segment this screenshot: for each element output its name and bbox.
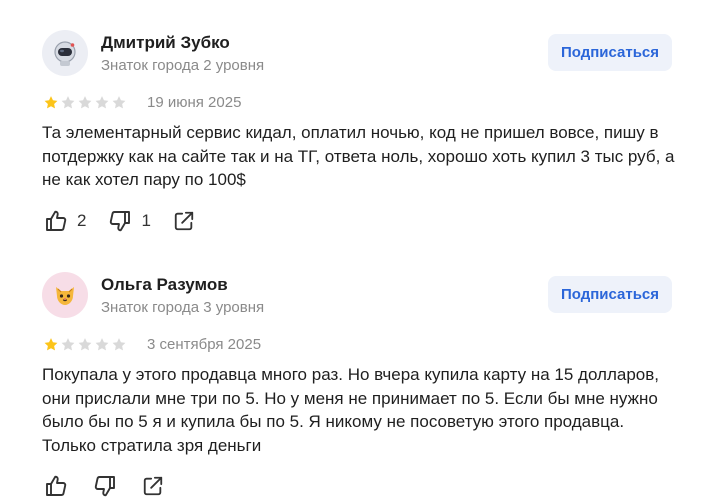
like-count: 2 [77,211,87,230]
thumbs-down-icon [110,211,131,232]
avatar[interactable] [42,272,88,318]
author-level: Знаток города 3 уровня [101,299,265,316]
review-actions [44,473,164,499]
star-filled-icon [44,338,58,351]
review-date: 19 июня 2025 [147,94,242,111]
star-empty-icon [112,96,126,109]
review-date: 3 сентября 2025 [147,336,262,353]
avatar[interactable] [42,30,88,76]
dislike-button[interactable] [93,474,117,498]
subscribe-button[interactable]: Подписаться [548,276,672,313]
share-button[interactable] [142,475,164,497]
thumbs-down-icon [94,476,115,497]
rating-stars [43,95,127,110]
review-text: Та элементарный сервис кидал, оплатил но… [42,123,675,189]
dislike-count: 1 [141,211,151,230]
author-name[interactable]: Ольга Разумов [101,275,228,295]
star-empty-icon [95,338,109,351]
review-actions: 2 1 [44,208,195,234]
dislike-button[interactable]: 1 [108,209,151,233]
like-button[interactable] [44,474,68,498]
thumbs-up-icon [46,475,67,496]
thumbs-up-icon [46,210,67,231]
astronaut-icon [54,41,76,66]
author-level: Знаток города 2 уровня [101,57,265,74]
share-icon [143,476,163,496]
like-button[interactable]: 2 [44,209,86,233]
subscribe-button[interactable]: Подписаться [548,34,672,71]
star-filled-icon [44,96,58,109]
review-text: Покупала у этого продавца много раз. Но … [42,365,659,455]
star-empty-icon [61,96,75,109]
rating-stars [43,337,127,352]
star-empty-icon [61,338,75,351]
cat-icon [56,287,74,305]
star-empty-icon [78,338,92,351]
share-icon [174,211,194,231]
share-button[interactable] [173,210,195,232]
star-empty-icon [78,96,92,109]
star-empty-icon [95,96,109,109]
star-empty-icon [112,338,126,351]
author-name[interactable]: Дмитрий Зубко [101,33,230,53]
